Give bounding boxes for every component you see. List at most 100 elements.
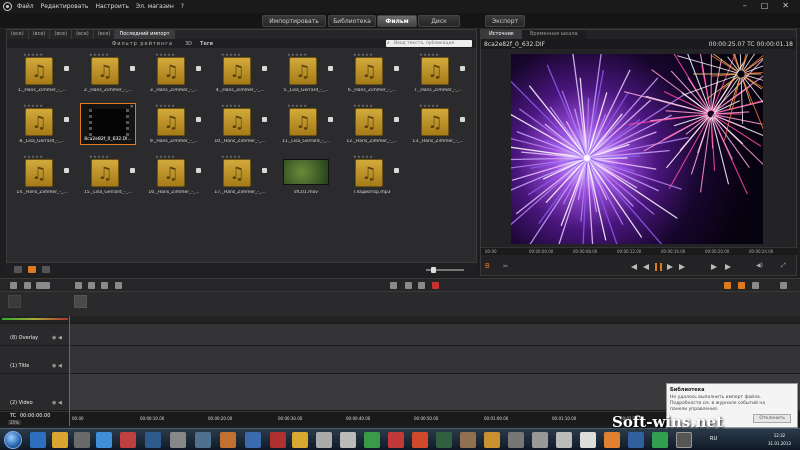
app-icon[interactable] <box>484 432 500 448</box>
tags-label[interactable]: Теги <box>200 41 213 47</box>
edit-mode-icon[interactable] <box>724 282 731 289</box>
tab-library[interactable]: Библиотека <box>328 15 376 27</box>
library-item[interactable]: sfC01.mov <box>275 154 337 200</box>
maximize-icon[interactable]: □ <box>761 1 769 10</box>
tab-movie[interactable]: Фильм <box>377 15 417 27</box>
library-item[interactable]: ★★★★★ ♫ Гладиатор.mp3 <box>341 154 403 200</box>
app-icon[interactable] <box>340 432 356 448</box>
master-volume-meter[interactable] <box>2 318 68 320</box>
track-title[interactable]: (1) Title ◉ ◀ <box>0 346 800 374</box>
go-start-icon[interactable] <box>631 264 637 270</box>
info-tab-icon[interactable] <box>394 117 399 122</box>
info-tab-icon[interactable] <box>64 117 69 122</box>
tab-disc[interactable]: Диск <box>418 15 460 27</box>
storyboard-icon[interactable] <box>14 266 22 273</box>
start-button[interactable] <box>4 431 22 449</box>
rating-filter-label[interactable]: Фильтр рейтинга <box>112 41 173 47</box>
undo-icon[interactable] <box>390 282 397 289</box>
clock[interactable]: 12:32 31.01.2013 <box>768 432 791 448</box>
menu-store[interactable]: Эл. магазин <box>136 3 174 10</box>
thumbnail-size-slider[interactable] <box>426 267 464 273</box>
record-icon[interactable] <box>432 282 439 289</box>
info-tab-icon[interactable] <box>460 117 465 122</box>
layout-dropdown[interactable] <box>36 282 50 289</box>
app-icon[interactable] <box>195 432 211 448</box>
library-tab[interactable]: (все) <box>50 30 73 39</box>
app-icon[interactable] <box>388 432 404 448</box>
app-icon[interactable] <box>412 432 428 448</box>
library-item[interactable]: ★★★★★ ♫ 9._Hans_Zimmer_-_... <box>143 103 205 149</box>
tab-import[interactable]: Импортировать <box>262 15 326 27</box>
eye-speaker-icon[interactable]: ◉ ◀ <box>52 400 62 406</box>
info-tab-icon[interactable] <box>196 66 201 71</box>
library-item[interactable]: ★★★★★ ♫ 12._Hans_Zimmer_-_... <box>341 103 403 149</box>
app-icon[interactable] <box>532 432 548 448</box>
library-tab[interactable]: (все) <box>94 30 116 39</box>
mic-icon[interactable] <box>418 282 425 289</box>
library-item[interactable]: ★★★★★ ♫ 1._Hans_Zimmer_-_... <box>11 52 73 98</box>
library-item[interactable]: ★★★★★ ♫ 10._Hans_Zimmer_-_... <box>209 103 271 149</box>
menu-edit[interactable]: Редактировать <box>41 3 89 10</box>
info-tab-icon[interactable] <box>262 168 267 173</box>
app-icon[interactable] <box>580 432 596 448</box>
library-tab[interactable]: (все) <box>72 30 94 39</box>
snap-icon[interactable] <box>75 282 82 289</box>
app-icon[interactable] <box>170 432 186 448</box>
app-icon[interactable] <box>460 432 476 448</box>
library-tab[interactable]: (все) <box>7 30 29 39</box>
info-tab-icon[interactable] <box>196 168 201 173</box>
view-3d-toggle[interactable]: 3D <box>185 41 192 47</box>
app-icon[interactable] <box>556 432 572 448</box>
info-tab-icon[interactable] <box>130 66 135 71</box>
step-forward-icon[interactable] <box>711 264 717 270</box>
navigator-clip[interactable] <box>74 295 87 308</box>
eye-speaker-icon[interactable]: ◉ ◀ <box>52 335 62 341</box>
go-end-icon[interactable] <box>679 264 685 270</box>
navigator-thumb[interactable] <box>8 295 21 308</box>
search-input[interactable]: ⌕ Ввод текста, публикация <box>386 40 472 47</box>
forward-icon[interactable] <box>667 264 673 270</box>
library-item[interactable]: ★★★★★ ♫ 16._Hans_Zimmer_-_... <box>143 154 205 200</box>
tab-source[interactable]: Источник <box>481 30 522 39</box>
library-item[interactable]: ★★★★★ ♫ 17._Hans_Zimmer_-_... <box>209 154 271 200</box>
info-tab-icon[interactable] <box>328 117 333 122</box>
app-icon[interactable] <box>628 432 644 448</box>
timeline-tool-icon[interactable] <box>10 282 17 289</box>
media-icon[interactable] <box>74 432 90 448</box>
player-ruler[interactable]: 00:00 00:00:04.00 00:00:08.00 00:00:12.00 00… <box>481 247 798 255</box>
info-tab-icon[interactable] <box>262 117 267 122</box>
tab-export[interactable]: Экспорт <box>485 15 525 27</box>
library-tab[interactable]: (все) <box>29 30 51 39</box>
overwrite-mode-icon[interactable] <box>738 282 745 289</box>
rewind-icon[interactable] <box>643 264 649 270</box>
info-tab-icon[interactable] <box>64 66 69 71</box>
text-icon[interactable] <box>101 282 108 289</box>
grid-view-icon[interactable] <box>28 266 36 273</box>
track-overlay[interactable]: (8) Overlay ◉ ◀ <box>0 324 800 346</box>
marker-icon[interactable] <box>115 282 122 289</box>
list-view-icon[interactable] <box>42 266 50 273</box>
info-tab-icon[interactable] <box>64 168 69 173</box>
info-tab-icon[interactable] <box>130 168 135 173</box>
selected-clip-thumb[interactable]: ✕ 8ca2e82f_0_632.DI... <box>80 103 136 145</box>
explorer-icon[interactable] <box>52 432 68 448</box>
info-tab-icon[interactable] <box>196 117 201 122</box>
eye-speaker-icon[interactable]: ◉ ◀ <box>52 363 62 369</box>
library-tab-recent-import[interactable]: Последний импорт <box>115 30 175 39</box>
info-tab-icon[interactable] <box>262 66 267 71</box>
bookmark-icon[interactable]: B <box>485 262 490 270</box>
info-tab-icon[interactable] <box>328 66 333 71</box>
library-item[interactable]: ★★★★★ ♫ 3._Hans_Zimmer_-_... <box>143 52 205 98</box>
info-tab-icon[interactable] <box>394 66 399 71</box>
library-item[interactable]: ★★★★★ ♫ 5._Lisa_Gerrard_-_... <box>275 52 337 98</box>
library-item[interactable]: ✕ 8ca2e82f_0_632.DI... <box>77 103 139 149</box>
expand-icon[interactable] <box>780 282 787 289</box>
info-tab-icon[interactable] <box>394 168 399 173</box>
app-icon[interactable] <box>316 432 332 448</box>
library-item[interactable]: ★★★★★ ♫ 13._Hans_Zimmer_-_... <box>407 103 469 149</box>
app-icon[interactable] <box>220 432 236 448</box>
app-icon[interactable] <box>120 432 136 448</box>
language-indicator[interactable]: RU <box>710 436 717 442</box>
library-item[interactable]: ★★★★★ ♫ 8._Lisa_Gerrard_-_... <box>11 103 73 149</box>
library-item[interactable]: ★★★★★ ♫ 6._Hans_Zimmer_-_... <box>341 52 403 98</box>
